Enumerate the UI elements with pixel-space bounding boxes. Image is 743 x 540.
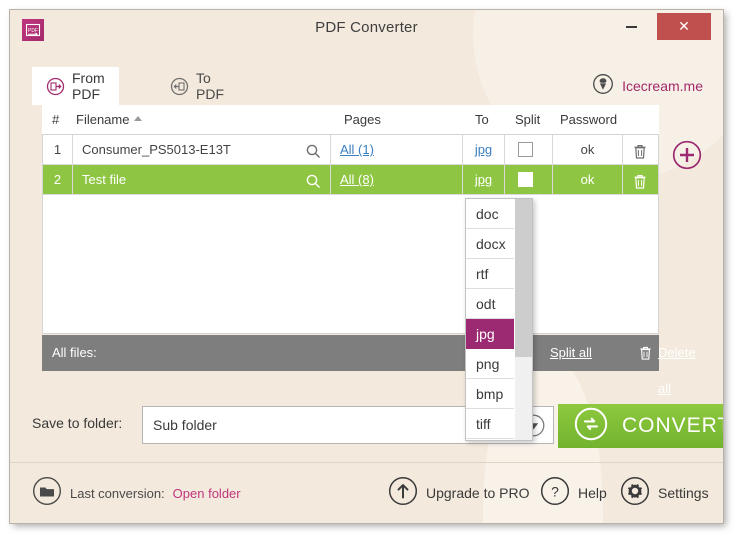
trash-icon[interactable] <box>632 171 648 189</box>
table-header: # Filename Pages To Split Password <box>42 105 659 134</box>
open-folder-link[interactable]: Open folder <box>173 486 241 501</box>
format-option-rtf[interactable]: rtf <box>466 259 514 289</box>
sort-ascending-caret-icon <box>134 116 143 121</box>
all-files-bar: All files: Split all Delete all <box>42 335 696 396</box>
upgrade-to-pro-label: Upgrade to PRO <box>426 485 530 501</box>
table-row[interactable]: 1 Consumer_PS5013-E13T All (1) jpg ok <box>43 135 658 165</box>
row-number: 2 <box>43 165 73 194</box>
format-option-tiff[interactable]: tiff <box>466 409 514 439</box>
tab-to-pdf[interactable]: To PDF <box>156 67 238 105</box>
svg-text:?: ? <box>551 483 559 499</box>
row-split-checkbox[interactable] <box>518 142 533 157</box>
column-header-number: # <box>52 112 60 127</box>
all-files-label: All files: <box>52 345 97 360</box>
trash-icon[interactable] <box>638 345 653 361</box>
row-pages-link[interactable]: All (1) <box>340 142 374 157</box>
add-plus-circle-icon[interactable] <box>672 140 702 170</box>
tab-from-pdf[interactable]: From PDF <box>32 67 119 105</box>
row-filename-label: Test file <box>82 172 127 187</box>
column-header-password: Password <box>560 112 618 127</box>
magnifier-icon[interactable] <box>305 171 322 188</box>
format-option-doc[interactable]: doc <box>466 199 514 229</box>
last-conversion-group: Last conversion: Open folder <box>32 476 241 511</box>
row-to: jpg <box>463 165 505 194</box>
split-all-link[interactable]: Split all <box>550 335 592 371</box>
tab-to-pdf-label: To PDF <box>196 70 224 102</box>
save-to-folder-label: Save to folder: <box>32 415 123 431</box>
close-button[interactable]: ✕ <box>657 13 711 40</box>
row-password[interactable]: ok <box>553 165 623 194</box>
to-pdf-icon <box>170 77 189 96</box>
question-circle-icon: ? <box>540 476 570 511</box>
row-password[interactable]: ok <box>553 135 623 164</box>
table-row[interactable]: 2 Test file All (8) jpg ok <box>43 165 658 195</box>
row-to: jpg <box>463 135 505 164</box>
help-button[interactable]: ? Help <box>540 476 607 511</box>
dropdown-scrollbar-thumb[interactable] <box>515 199 532 357</box>
row-filename[interactable]: Consumer_PS5013-E13T <box>73 135 331 164</box>
folder-icon[interactable] <box>32 476 62 511</box>
format-option-jpg[interactable]: jpg <box>466 319 514 349</box>
row-split <box>505 165 553 194</box>
row-pages: All (1) <box>331 135 463 164</box>
minimize-button[interactable] <box>613 10 649 44</box>
upload-arrow-circle-icon <box>388 476 418 511</box>
delete-all-link[interactable]: Delete all <box>658 335 696 396</box>
row-filename[interactable]: Test file <box>73 165 331 194</box>
gear-circle-icon <box>620 476 650 511</box>
row-delete <box>623 165 658 194</box>
help-label: Help <box>578 485 607 501</box>
format-option-docx[interactable]: docx <box>466 229 514 259</box>
format-option-png[interactable]: png <box>466 349 514 379</box>
settings-button[interactable]: Settings <box>620 476 709 511</box>
magnifier-icon[interactable] <box>305 141 322 158</box>
title-bar: PDF PDF Converter ✕ <box>10 10 723 45</box>
last-conversion-label: Last conversion: <box>70 485 165 501</box>
format-option-odt[interactable]: odt <box>466 289 514 319</box>
column-header-split: Split <box>515 112 541 127</box>
row-filename-label: Consumer_PS5013-E13T <box>82 142 231 157</box>
column-header-to: To <box>475 112 489 127</box>
settings-label: Settings <box>658 485 709 501</box>
convert-button-label: CONVERT <box>622 414 723 437</box>
row-split-checkbox[interactable] <box>518 172 533 187</box>
row-delete <box>623 135 658 164</box>
status-bar: Last conversion: Open folder Upgrade to … <box>10 462 723 523</box>
row-split <box>505 135 553 164</box>
brand-label: Icecream.me <box>622 78 703 94</box>
format-dropdown-list[interactable]: doc docx rtf odt jpg png bmp tiff <box>465 198 533 441</box>
row-pages: All (8) <box>331 165 463 194</box>
row-to-link[interactable]: jpg <box>475 142 492 157</box>
format-option-bmp[interactable]: bmp <box>466 379 514 409</box>
application-window: PDF PDF Converter ✕ From PDF To PDF Icec… <box>10 10 723 523</box>
trash-icon[interactable] <box>632 141 648 159</box>
icecream-brand-link[interactable]: Icecream.me <box>592 67 703 105</box>
column-header-filename[interactable]: Filename <box>76 105 143 134</box>
tab-from-pdf-label: From PDF <box>72 70 105 102</box>
row-pages-link[interactable]: All (8) <box>340 172 374 187</box>
dropdown-scrollbar-track[interactable] <box>515 199 532 440</box>
row-to-link[interactable]: jpg <box>475 172 492 187</box>
column-header-pages: Pages <box>344 112 381 127</box>
upgrade-to-pro-button[interactable]: Upgrade to PRO <box>388 476 530 511</box>
column-header-filename-label: Filename <box>76 112 130 127</box>
refresh-circle-icon <box>574 407 608 446</box>
convert-button[interactable]: CONVERT <box>558 404 723 448</box>
from-pdf-icon <box>46 77 65 96</box>
file-list: 1 Consumer_PS5013-E13T All (1) jpg ok 2 … <box>42 134 659 334</box>
row-number: 1 <box>43 135 73 164</box>
icecream-cone-icon <box>592 73 614 100</box>
